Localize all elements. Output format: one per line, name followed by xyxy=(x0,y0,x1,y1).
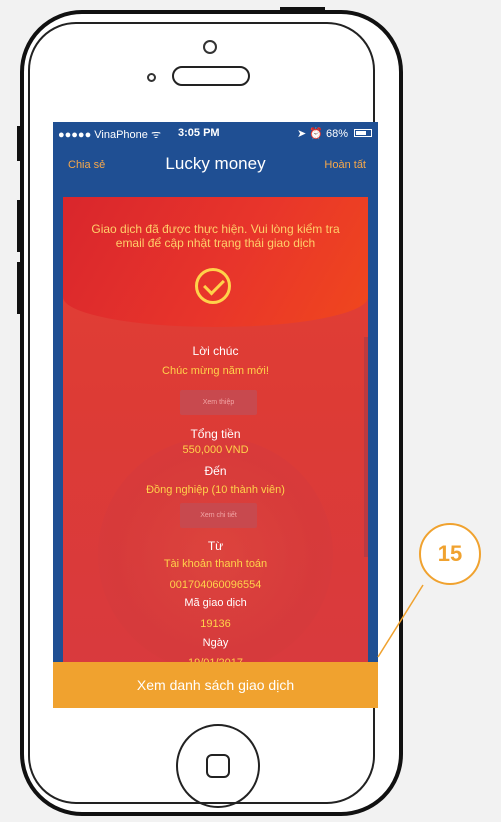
earpiece-speaker xyxy=(172,66,250,86)
check-icon xyxy=(195,268,231,304)
battery-icon xyxy=(354,129,372,137)
to-label: Đến xyxy=(204,464,227,478)
from-label: Từ xyxy=(207,539,224,553)
lucky-money-card: Giao dịch đã được thực hiện. Vui lòng ki… xyxy=(63,197,368,708)
volume-down-button xyxy=(17,262,22,314)
total-value: 550,000 VND xyxy=(182,444,249,456)
callout-badge: 15 xyxy=(419,523,481,585)
to-value: Đồng nghiệp (10 thành viên) xyxy=(146,484,285,496)
status-time: 3:05 PM xyxy=(178,127,220,139)
view-detail-button[interactable]: Xem chi tiết xyxy=(180,503,257,528)
done-button[interactable]: Hoàn tất xyxy=(324,159,366,171)
total-label: Tổng tiền xyxy=(190,427,241,441)
battery-percent: ➤ ⏰ 68% xyxy=(296,128,348,140)
power-button xyxy=(280,7,325,12)
date-label: Ngày xyxy=(202,637,229,649)
account-label: Tài khoản thanh toán xyxy=(163,558,268,570)
status-bar: ●●●●● VinaPhone ᯤ 3:05 PM ➤ ⏰ 68% xyxy=(53,122,378,144)
home-button[interactable] xyxy=(176,724,260,808)
account-number: 001704060096554 xyxy=(169,579,262,591)
carrier-signal: ●●●●● VinaPhone ᯤ xyxy=(58,129,162,141)
transaction-value: 19136 xyxy=(200,618,231,630)
mute-switch xyxy=(17,126,22,161)
volume-up-button xyxy=(17,200,22,252)
view-transactions-button[interactable]: Xem danh sách giao dịch xyxy=(53,662,378,708)
envelope-flap xyxy=(63,197,368,327)
phone-screen: ●●●●● VinaPhone ᯤ 3:05 PM ➤ ⏰ 68% Chia s… xyxy=(53,122,378,708)
sensor-icon xyxy=(147,73,156,82)
wish-value: Chúc mừng năm mới! xyxy=(162,365,269,377)
view-card-button[interactable]: Xem thiệp xyxy=(180,390,257,415)
front-camera-icon xyxy=(203,40,217,54)
transaction-label: Mã giao dịch xyxy=(184,597,247,609)
navigation-bar: Chia sẻ Lucky money Hoàn tất xyxy=(53,144,378,184)
wish-label: Lời chúc xyxy=(192,344,239,358)
success-notice: Giao dịch đã được thực hiện. Vui lòng ki… xyxy=(91,222,340,250)
home-square-icon xyxy=(206,754,230,778)
